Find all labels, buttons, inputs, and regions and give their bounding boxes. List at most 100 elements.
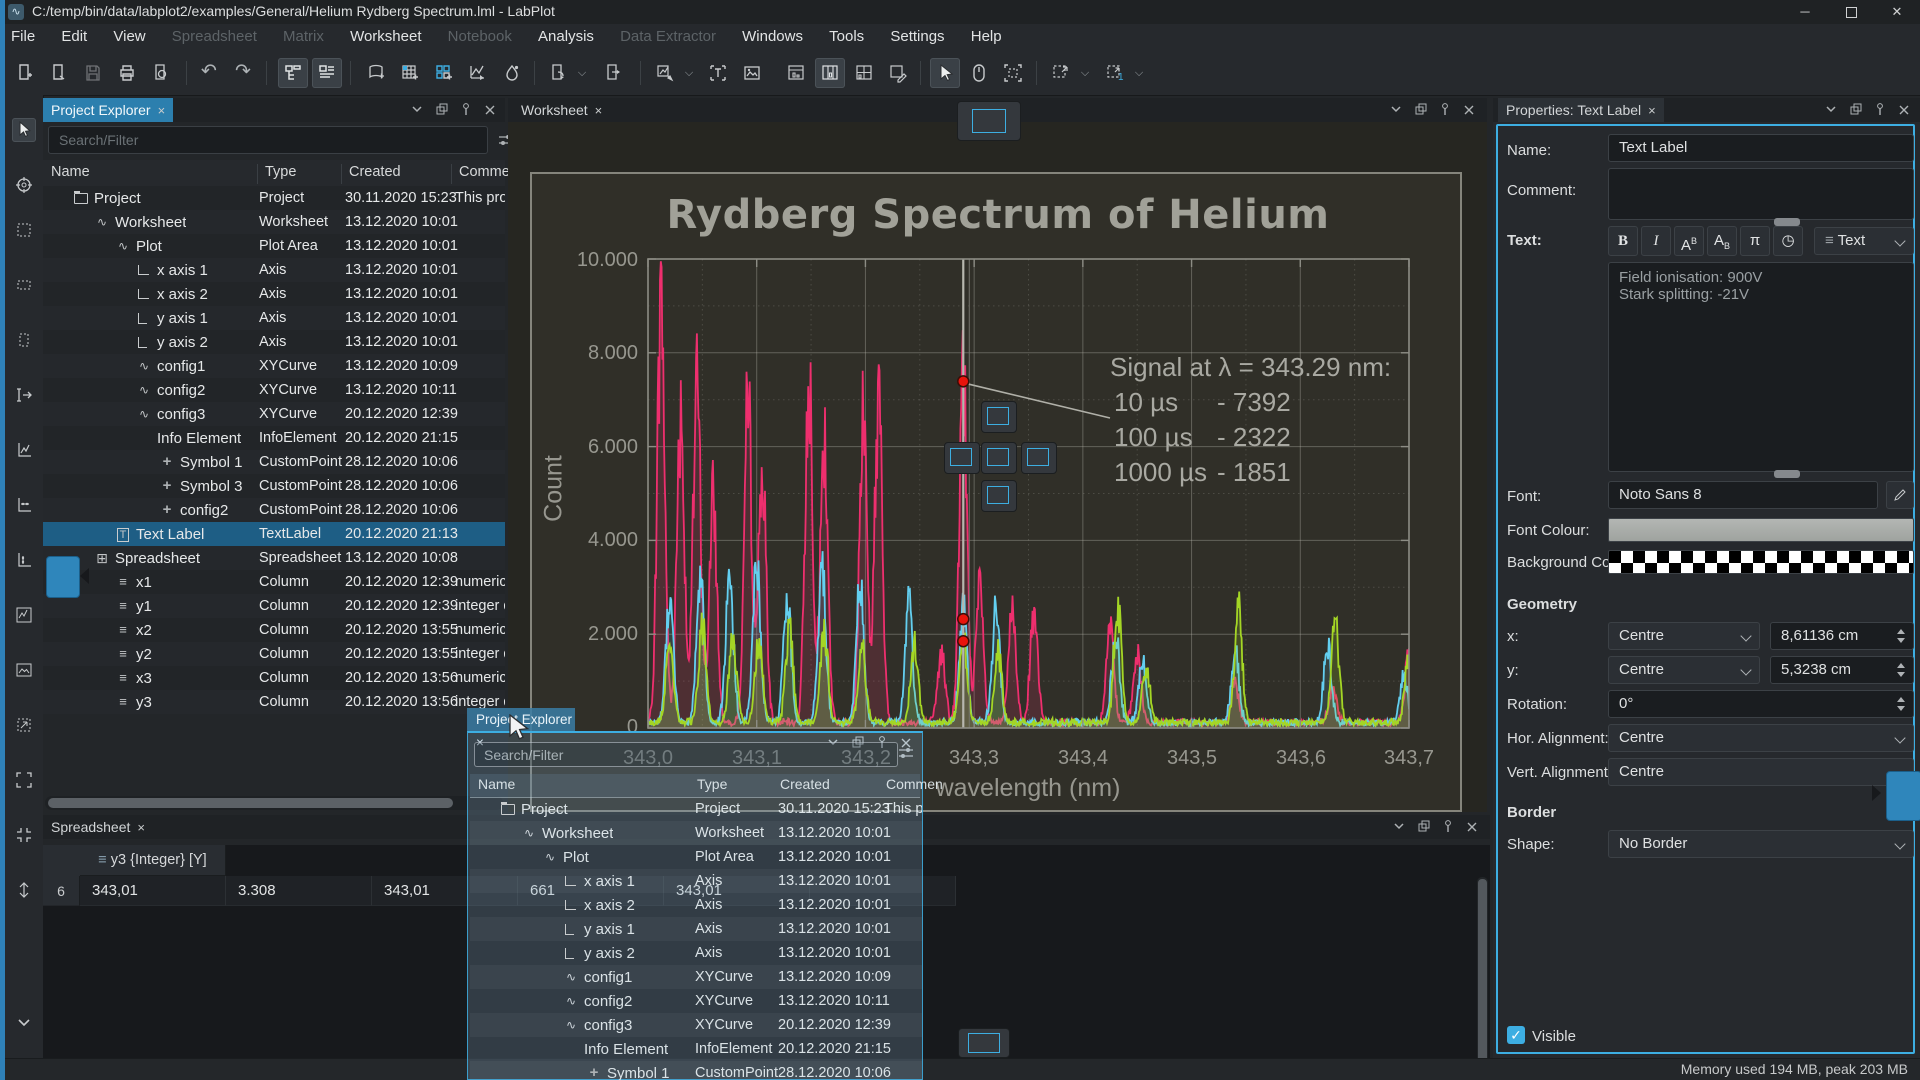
add-plot-area-template-1-button[interactable]: 1 — [1100, 58, 1130, 88]
dock-menu-chevron-icon[interactable] — [407, 102, 427, 120]
spin-down-icon[interactable] — [1897, 706, 1905, 711]
curve-x-tool[interactable] — [12, 493, 36, 517]
crosshair-tool[interactable] — [12, 173, 36, 197]
tree-row[interactable]: x axis 2 Axis 13.12.2020 10:01 — [470, 893, 922, 917]
resize-handle[interactable] — [1774, 470, 1800, 478]
text-content-editor[interactable]: Field ionisation: 900V Stark splitting: … — [1608, 262, 1914, 472]
print-button[interactable] — [112, 58, 142, 88]
tree-row[interactable]: y2 Column 20.12.2020 13:55 integer da — [43, 642, 505, 666]
cell[interactable]: 3.308 — [226, 876, 372, 906]
search-input[interactable] — [48, 126, 488, 154]
tree-row[interactable]: config2 XYCurve 13.12.2020 10:11 — [470, 989, 922, 1013]
zoom-mode-button[interactable] — [650, 58, 680, 88]
export-dropdown-chevron-icon[interactable]: ⌵ — [575, 67, 589, 80]
new-workbook-button[interactable] — [361, 58, 391, 88]
rotation-spinbox[interactable]: 0° — [1608, 690, 1914, 718]
menu-item[interactable]: Analysis — [527, 24, 605, 50]
export-worksheet-button[interactable] — [543, 58, 573, 88]
tree-row[interactable]: x axis 1 Axis 13.12.2020 10:01 — [43, 258, 505, 282]
new-matrix-button[interactable] — [429, 58, 459, 88]
y-value-spinbox[interactable]: 5,3238 cm — [1770, 656, 1914, 684]
add-plot-area-button[interactable] — [1046, 58, 1076, 88]
tree-row[interactable]: config1 XYCurve 13.12.2020 10:09 — [470, 965, 922, 989]
curve-y-tool[interactable] — [12, 548, 36, 572]
menu-item[interactable]: Edit — [50, 24, 98, 50]
column-header-type[interactable]: Type — [697, 776, 727, 792]
spin-up-icon[interactable] — [1897, 663, 1905, 668]
tree-row[interactable]: x axis 2 Axis 13.12.2020 10:01 — [43, 282, 505, 306]
dock-pin-icon[interactable] — [1870, 102, 1890, 120]
explorer-column-header[interactable]: Name Type Created Commen — [43, 160, 505, 187]
dock-close-icon[interactable] — [480, 102, 500, 120]
zoom-mode-dropdown-chevron-icon[interactable]: ⌵ — [682, 67, 696, 80]
tree-row[interactable]: config2 CustomPoint 28.12.2020 10:06 — [43, 498, 505, 522]
floating-project-explorer[interactable]: Project Explorer × Search/Filter Name Ty… — [467, 708, 923, 1080]
new-project-button[interactable] — [10, 58, 40, 88]
edit-layout-button[interactable] — [883, 58, 913, 88]
comment-field[interactable] — [1608, 168, 1914, 220]
spin-down-icon[interactable] — [1897, 638, 1905, 643]
tree-row[interactable]: Worksheet Worksheet 13.12.2020 10:01 — [43, 210, 505, 234]
dock-pin-icon[interactable] — [1438, 819, 1458, 837]
tree-row[interactable]: y axis 1 Axis 13.12.2020 10:01 — [43, 306, 505, 330]
explorer-horizontal-scrollbar[interactable] — [45, 796, 503, 810]
hor-alignment-dropdown[interactable]: Centre — [1608, 724, 1914, 752]
zoom-select-tool[interactable] — [12, 218, 36, 242]
info-element-row[interactable]: 100 µs- 2322 — [1114, 422, 1193, 453]
info-element-row[interactable]: 1000 µs- 1851 — [1114, 457, 1207, 488]
more-tools-chevron-icon[interactable] — [12, 1010, 36, 1034]
spin-up-icon[interactable] — [1897, 697, 1905, 702]
font-field[interactable]: Noto Sans 8 — [1608, 481, 1878, 509]
redo-button[interactable]: ↷ — [228, 58, 258, 88]
menu-item[interactable]: Tools — [818, 24, 875, 50]
tab-spreadsheet[interactable]: Spreadsheet× — [43, 815, 153, 839]
new-spreadsheet-button[interactable] — [395, 58, 425, 88]
print-preview-button[interactable] — [146, 58, 176, 88]
vert-alignment-dropdown[interactable]: Centre — [1608, 758, 1914, 786]
add-text-label-button[interactable] — [703, 58, 733, 88]
tree-row[interactable]: y axis 2 Axis 13.12.2020 10:01 — [43, 330, 505, 354]
tab-close-icon[interactable]: × — [595, 103, 603, 118]
color-maps-button[interactable] — [497, 58, 527, 88]
tab-close-icon[interactable]: × — [158, 103, 166, 118]
zoom-select-tool-button[interactable] — [998, 58, 1028, 88]
close-button[interactable]: ✕ — [1874, 0, 1920, 24]
tree-row[interactable]: config1 XYCurve 13.12.2020 10:09 — [43, 354, 505, 378]
column-separator[interactable] — [451, 164, 452, 184]
column-header-created[interactable]: Created — [349, 164, 401, 180]
info-element-row[interactable]: 10 µs- 7392 — [1114, 387, 1178, 418]
plot-region-tool[interactable] — [12, 603, 36, 627]
dock-menu-chevron-icon[interactable] — [1386, 102, 1406, 120]
tab-worksheet[interactable]: Worksheet× — [513, 98, 610, 122]
tree-row[interactable]: Project Project 30.11.2020 15:23 This pr… — [470, 797, 922, 821]
tree-row[interactable]: Symbol 1 CustomPoint 28.12.2020 10:06 — [43, 450, 505, 474]
row-number[interactable]: 6 — [43, 876, 80, 906]
tree-row[interactable]: Worksheet Worksheet 13.12.2020 10:01 — [470, 821, 922, 845]
zoom-x-select-tool[interactable] — [12, 273, 36, 297]
text-mode-dropdown[interactable]: ≡ Text — [1814, 227, 1914, 255]
border-shape-dropdown[interactable]: No Border — [1608, 830, 1914, 858]
toggle-project-explorer-button[interactable] — [278, 58, 308, 88]
maximize-button[interactable] — [1828, 0, 1874, 24]
x-mode-dropdown[interactable]: Centre — [1608, 622, 1760, 650]
undo-button[interactable]: ↶ — [194, 58, 224, 88]
floating-search-input[interactable]: Search/Filter — [474, 742, 898, 767]
menu-item[interactable]: Worksheet — [339, 24, 432, 50]
column-header-name[interactable]: Name — [478, 776, 515, 792]
tree-row[interactable]: y axis 1 Axis 13.12.2020 10:01 — [470, 917, 922, 941]
dock-float-icon[interactable] — [1846, 102, 1866, 120]
column-header-type[interactable]: Type — [265, 164, 296, 180]
column-header-name[interactable]: Name — [51, 164, 90, 180]
dock-close-icon[interactable] — [1894, 102, 1914, 120]
dock-float-icon[interactable] — [1414, 819, 1434, 837]
tree-row[interactable]: Info Element InfoElement 20.12.2020 21:1… — [470, 1037, 922, 1061]
tree-row[interactable]: Plot Plot Area 13.12.2020 10:01 — [43, 234, 505, 258]
tree-row[interactable]: x1 Column 20.12.2020 12:39 numerical — [43, 570, 505, 594]
menu-item[interactable]: Help — [960, 24, 1013, 50]
x-value-spinbox[interactable]: 8,61136 cm — [1770, 622, 1914, 650]
dock-float-icon[interactable] — [1411, 102, 1431, 120]
superscript-button[interactable]: AB — [1674, 226, 1704, 256]
tree-row[interactable]: Plot Plot Area 13.12.2020 10:01 — [470, 845, 922, 869]
tab-project-explorer[interactable]: Project Explorer× — [43, 98, 173, 122]
layout-horizontal-button[interactable] — [815, 58, 845, 88]
